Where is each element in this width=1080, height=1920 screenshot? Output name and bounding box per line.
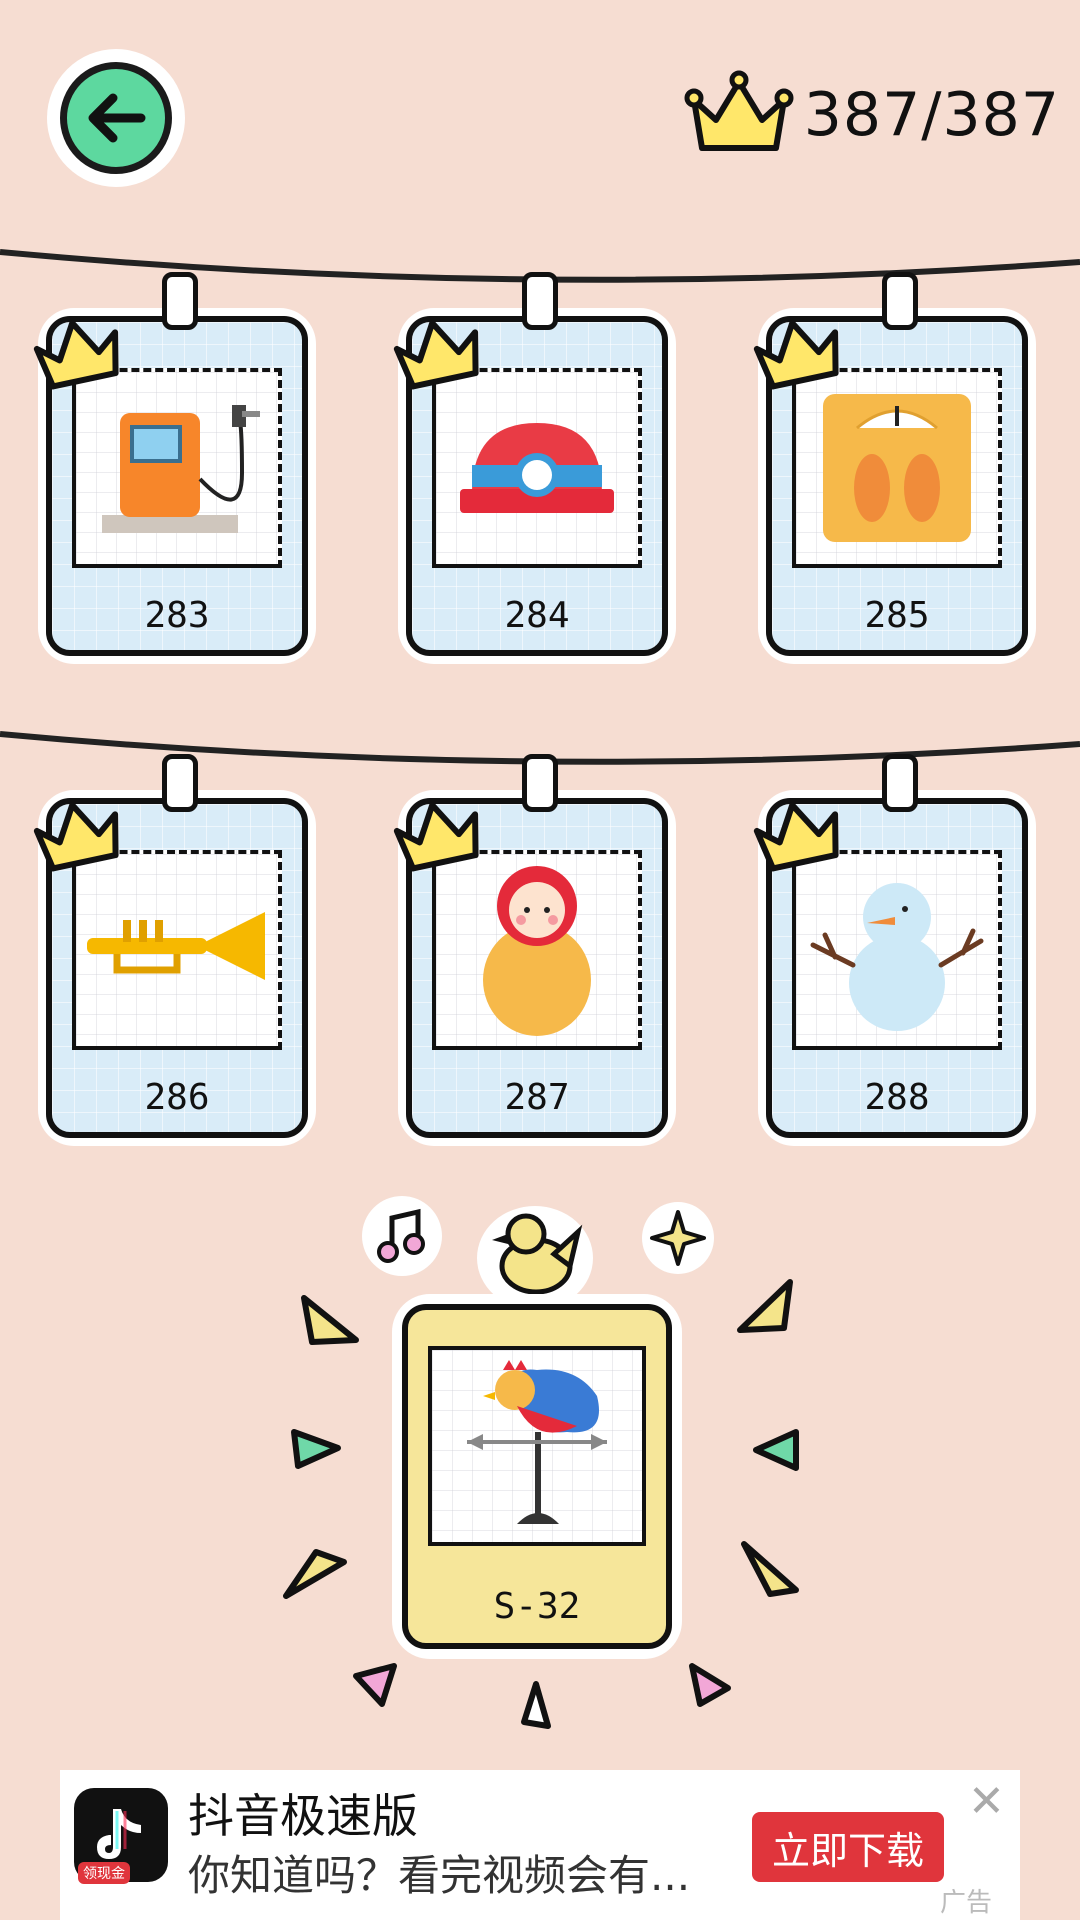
ad-badge: 领现金 (78, 1862, 130, 1884)
ad-description: 你知道吗？看完视频会有... (188, 1851, 691, 1900)
triangle-icon (353, 1663, 397, 1707)
triangle-icon (291, 1429, 341, 1469)
paper-clip (162, 272, 198, 330)
ad-banner[interactable]: 领现金 抖音极速版 你知道吗？看完视频会有... 立即下载 ✕ 广告 (60, 1770, 1020, 1920)
triangle-icon (521, 1681, 551, 1729)
music-note-icon (362, 1196, 442, 1276)
arrow-left-icon (60, 62, 172, 174)
back-button[interactable] (50, 52, 182, 184)
crown-counter: 387/387 (684, 60, 1060, 170)
sparkle-icon (642, 1202, 714, 1274)
crown-icon (753, 802, 839, 872)
triangle-icon (753, 1429, 799, 1471)
crown-icon (393, 320, 479, 390)
card-label: 288 (864, 1077, 930, 1118)
paper-clip (882, 272, 918, 330)
matryoshka-doll-icon (432, 850, 642, 1050)
bathroom-scale-icon (792, 368, 1002, 568)
triangle-icon (689, 1663, 731, 1707)
triangle-icon (301, 1295, 359, 1345)
ad-tag: 广告 (940, 1888, 993, 1918)
card-label: 287 (504, 1077, 570, 1118)
miner-hat-icon (432, 368, 642, 568)
crown-count-text: 387/387 (803, 80, 1060, 150)
paper-clip (522, 754, 558, 812)
bird-icon (477, 1206, 593, 1310)
snowman-icon (792, 850, 1002, 1050)
crown-icon (684, 70, 794, 151)
gas-pump-icon (72, 368, 282, 568)
special-level-card[interactable]: S-32 (402, 1304, 672, 1649)
card-label: 285 (864, 595, 930, 636)
card-label: 283 (144, 595, 210, 636)
paper-clip (522, 272, 558, 330)
crown-icon (33, 802, 119, 872)
special-card-label: S-32 (493, 1586, 581, 1627)
paper-clip (162, 754, 198, 812)
card-label: 286 (144, 1077, 210, 1118)
triangle-icon (737, 1279, 793, 1333)
triangle-icon (741, 1541, 799, 1597)
paper-clip (882, 754, 918, 812)
ad-download-button[interactable]: 立即下载 (752, 1812, 944, 1882)
crown-icon (393, 802, 479, 872)
crown-icon (33, 320, 119, 390)
crown-icon (753, 320, 839, 390)
close-icon[interactable]: ✕ (968, 1776, 1005, 1827)
ad-title: 抖音极速版 (188, 1789, 418, 1843)
weathervane-rooster-icon (428, 1346, 646, 1546)
card-label: 284 (504, 595, 570, 636)
trumpet-icon (72, 850, 282, 1050)
triangle-icon (283, 1549, 347, 1599)
